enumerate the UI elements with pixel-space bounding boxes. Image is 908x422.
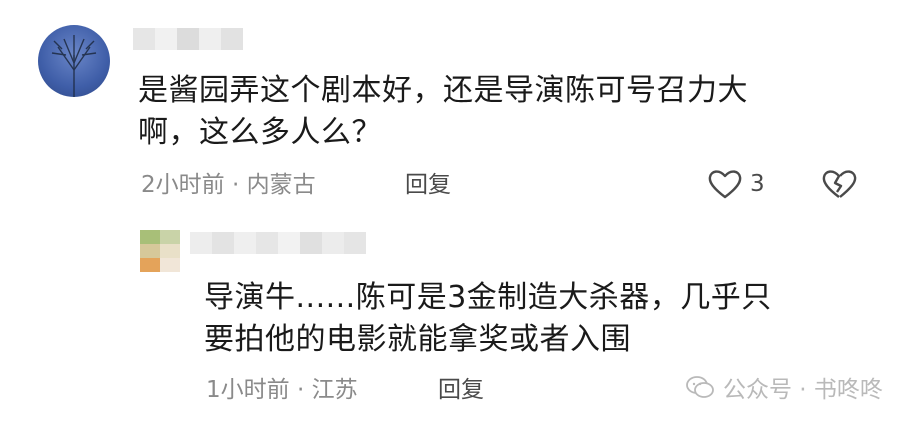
heart-outline-icon: [708, 170, 742, 199]
replier-name-mosaic[interactable]: [190, 232, 366, 254]
comment-like-count: 3: [750, 171, 765, 197]
comment-text-line-2: 啊，这么多人么？: [138, 115, 382, 150]
comment-text-line-1: 是酱园弄这个剧本好，还是导演陈可号召力大: [138, 73, 748, 108]
commenter-avatar[interactable]: [38, 25, 110, 97]
comment-reply-button[interactable]: 回复: [405, 171, 451, 199]
replier-avatar[interactable]: [140, 230, 180, 272]
reply-meta: 1小时前 · 江苏: [206, 377, 358, 403]
wechat-icon: [686, 376, 714, 398]
comment-text: 是酱园弄这个剧本好，还是导演陈可号召力大 啊，这么多人么？: [138, 70, 748, 154]
watermark-text: 公众号 · 书咚咚: [723, 377, 883, 403]
watermark: 公众号 · 书咚咚: [685, 370, 883, 404]
commenter-name-mosaic[interactable]: [133, 28, 243, 50]
comment-meta: 2小时前 · 内蒙古: [141, 172, 316, 198]
reply-text: 导演牛......陈可是3金制造大杀器，几乎只 要拍他的电影就能拿奖或者入围: [204, 277, 772, 361]
reply-text-line-1: 导演牛......陈可是3金制造大杀器，几乎只: [204, 280, 772, 315]
reply-reply-button[interactable]: 回复: [438, 376, 484, 404]
broken-heart-icon: [822, 170, 857, 198]
comment-like-button[interactable]: 3: [708, 168, 765, 200]
reply-text-line-2: 要拍他的电影就能拿奖或者入围: [204, 322, 631, 357]
comment-dislike-button[interactable]: [821, 168, 857, 200]
